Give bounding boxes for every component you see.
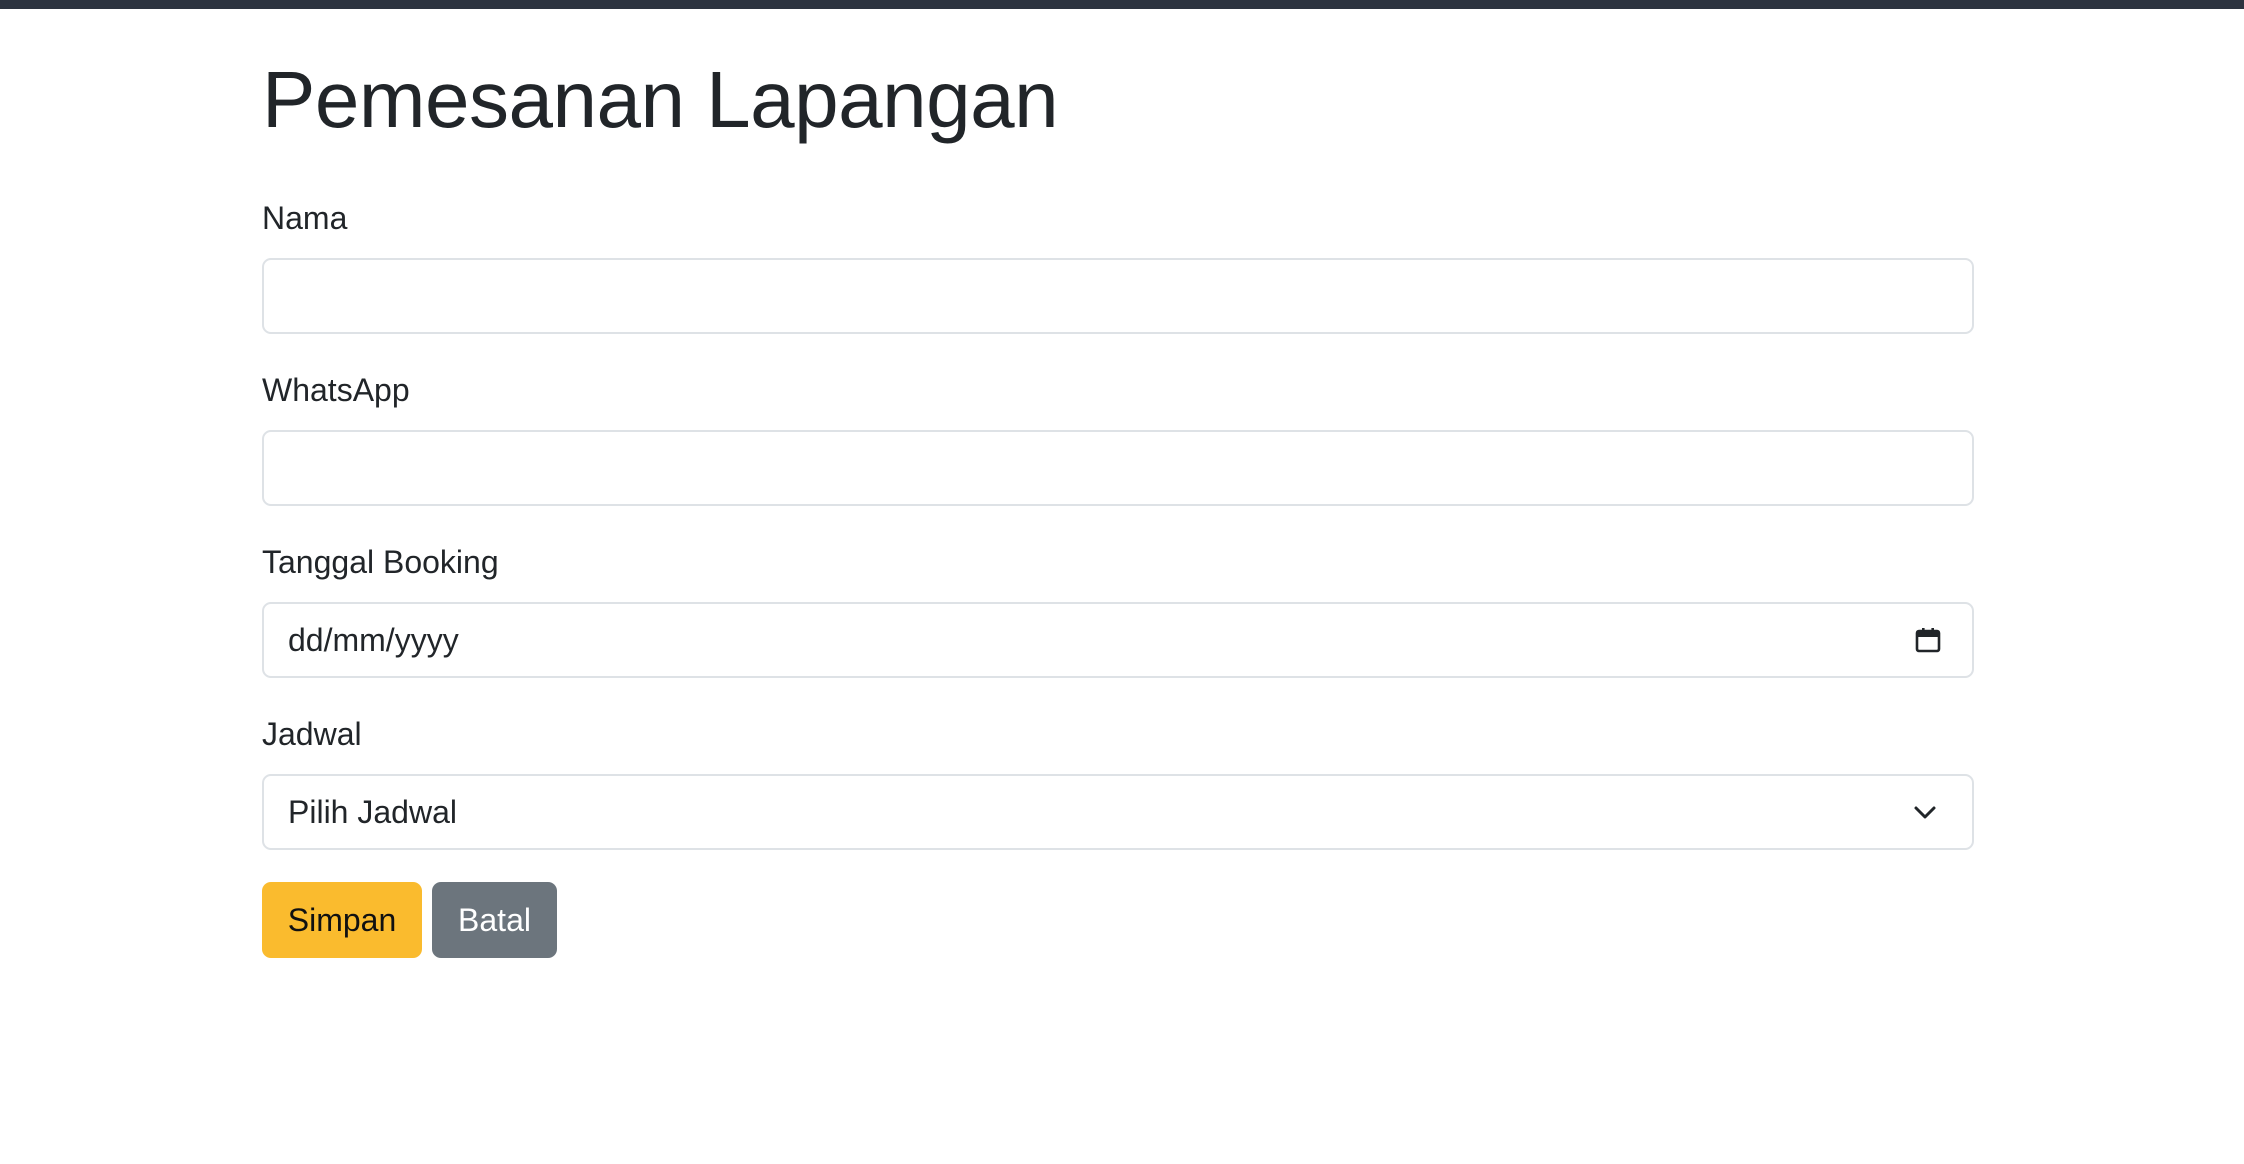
whatsapp-input[interactable] bbox=[264, 432, 1972, 504]
booking-date-label: Tanggal Booking bbox=[262, 544, 499, 580]
name-label: Nama bbox=[262, 200, 348, 236]
booking-date-placeholder: dd/mm/yyyy bbox=[288, 622, 459, 658]
name-field-box bbox=[262, 258, 1974, 334]
top-bar bbox=[0, 0, 2244, 9]
whatsapp-field-box bbox=[262, 430, 1974, 506]
chevron-down-icon bbox=[1914, 806, 1936, 819]
booking-date-input[interactable]: dd/mm/yyyy bbox=[262, 602, 1974, 678]
page-title: Pemesanan Lapangan bbox=[262, 55, 1059, 144]
cancel-button[interactable]: Batal bbox=[432, 882, 557, 958]
schedule-selected-value: Pilih Jadwal bbox=[288, 794, 457, 830]
schedule-select[interactable]: Pilih Jadwal bbox=[262, 774, 1974, 850]
schedule-label: Jadwal bbox=[262, 716, 362, 752]
whatsapp-label: WhatsApp bbox=[262, 372, 410, 408]
name-input[interactable] bbox=[264, 260, 1972, 332]
save-button[interactable]: Simpan bbox=[262, 882, 422, 958]
calendar-icon[interactable] bbox=[1914, 626, 1942, 654]
